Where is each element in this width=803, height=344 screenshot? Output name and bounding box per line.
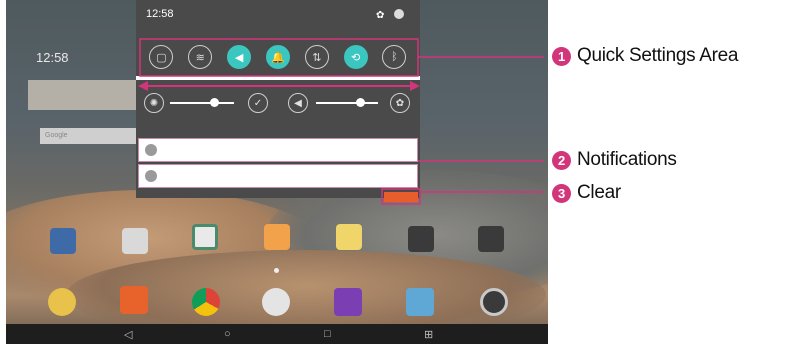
recents-icon[interactable]: □ [324, 328, 331, 340]
notification-app-icon [145, 170, 157, 182]
clock-widget: 12:58 [36, 50, 69, 65]
navigation-bar: ◁ ○ □ ⊞ [6, 324, 548, 344]
callout-quick-settings: 1 Quick Settings Area [552, 45, 738, 67]
folder-app-icon[interactable] [50, 228, 76, 254]
screenshot-icon[interactable]: ▢ [149, 45, 174, 69]
user-profile-icon[interactable] [394, 9, 404, 19]
notification-bell-icon[interactable]: 🔔 [265, 45, 290, 69]
memo-app-icon[interactable] [336, 224, 362, 250]
volume-slider-knob[interactable] [356, 98, 365, 107]
callout-number: 3 [552, 183, 571, 203]
rotation-icon[interactable]: ⟲ [343, 45, 368, 69]
clear-button[interactable] [384, 192, 418, 202]
notification-app-icon [145, 144, 157, 156]
app-drawer-icon[interactable] [262, 288, 290, 316]
slider-row: ✺ ✓ ◀ ✿ [136, 88, 420, 118]
callout-text: Quick Settings Area [577, 45, 739, 66]
callout-clear: 3 Clear [552, 182, 621, 204]
callout-number: 1 [552, 46, 571, 66]
dual-window-icon[interactable]: ⊞ [424, 328, 433, 341]
grid-folder-icon[interactable] [408, 226, 434, 252]
notification-item[interactable] [138, 164, 418, 188]
page-indicator [274, 268, 279, 273]
volume-icon[interactable]: ◀ [288, 93, 308, 113]
calendar-app-icon[interactable] [120, 286, 148, 314]
play-store-icon[interactable] [122, 228, 148, 254]
chrome-app-icon[interactable] [192, 288, 220, 316]
contacts-app-icon[interactable] [48, 288, 76, 316]
tools-folder-icon[interactable] [478, 226, 504, 252]
auto-brightness-check-icon[interactable]: ✓ [248, 93, 268, 113]
volume-slider[interactable] [316, 102, 378, 104]
qvoice-app-icon[interactable] [264, 224, 290, 250]
data-sync-icon[interactable]: ⇅ [304, 45, 329, 69]
status-bar-time: 12:58 [146, 8, 174, 20]
gallery-app-icon[interactable] [406, 288, 434, 316]
notification-item[interactable] [138, 138, 418, 162]
brightness-slider-knob[interactable] [210, 98, 219, 107]
callout-number: 2 [552, 150, 571, 170]
settings-gear-icon[interactable]: ✿ [376, 10, 384, 21]
bluetooth-icon[interactable]: ᛒ [382, 45, 407, 69]
search-hint: Google [45, 132, 68, 139]
wifi-icon[interactable]: ≋ [188, 45, 213, 69]
brightness-icon[interactable]: ✺ [144, 93, 164, 113]
quick-settings-divider[interactable] [136, 76, 420, 80]
brightness-slider[interactable] [170, 102, 234, 104]
qslide-app-icon[interactable] [192, 224, 218, 250]
quick-settings-row: ▢ ≋ ◀ 🔔 ⇅ ⟲ ᛒ [136, 40, 420, 74]
callout-notifications: 2 Notifications [552, 149, 677, 171]
sound-icon[interactable]: ◀ [227, 45, 252, 69]
callout-text: Clear [577, 182, 621, 203]
back-icon[interactable]: ◁ [124, 328, 132, 341]
weather-widget [28, 80, 146, 110]
callout-text: Notifications [577, 149, 677, 170]
camera-app-icon[interactable] [480, 288, 508, 316]
manual-figure: 12:58 Google ◁ ○ □ ⊞ 12:58 ✿ ▢ ≋ ◀ 🔔 ⇅ ⟲… [0, 0, 803, 344]
home-icon[interactable]: ○ [224, 328, 231, 340]
notification-shade: 12:58 ✿ ▢ ≋ ◀ 🔔 ⇅ ⟲ ᛒ ✺ ✓ ◀ ✿ [136, 0, 420, 198]
volume-settings-icon[interactable]: ✿ [390, 93, 410, 113]
music-app-icon[interactable] [334, 288, 362, 316]
google-search-bar[interactable]: Google [40, 128, 140, 144]
